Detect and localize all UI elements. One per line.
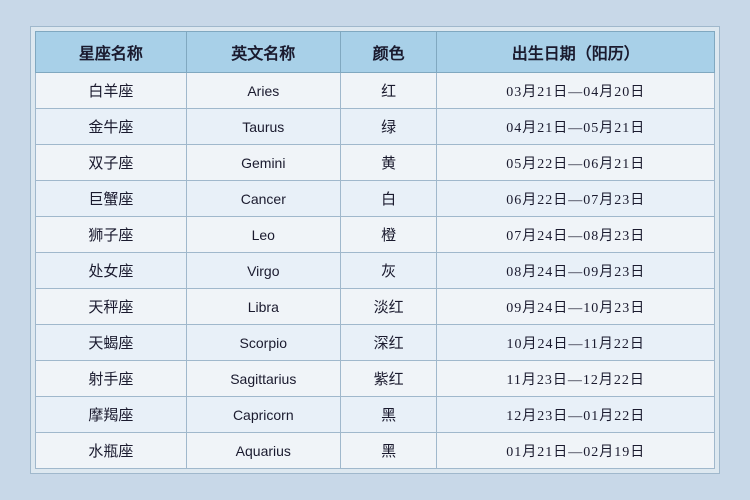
cell-english-name: Aquarius (186, 433, 340, 469)
table-row: 天蝎座Scorpio深红10月24日—11月22日 (36, 325, 715, 361)
cell-dates: 03月21日—04月20日 (437, 73, 715, 109)
cell-color: 灰 (340, 253, 436, 289)
cell-english-name: Virgo (186, 253, 340, 289)
table-row: 射手座Sagittarius紫红11月23日—12月22日 (36, 361, 715, 397)
cell-chinese-name: 天秤座 (36, 289, 187, 325)
cell-chinese-name: 天蝎座 (36, 325, 187, 361)
cell-chinese-name: 双子座 (36, 145, 187, 181)
header-english-name: 英文名称 (186, 32, 340, 73)
table-row: 双子座Gemini黄05月22日—06月21日 (36, 145, 715, 181)
table-row: 天秤座Libra淡红09月24日—10月23日 (36, 289, 715, 325)
table-row: 水瓶座Aquarius黑01月21日—02月19日 (36, 433, 715, 469)
cell-color: 黑 (340, 433, 436, 469)
cell-color: 红 (340, 73, 436, 109)
table-row: 金牛座Taurus绿04月21日—05月21日 (36, 109, 715, 145)
table-header-row: 星座名称 英文名称 颜色 出生日期（阳历） (36, 32, 715, 73)
cell-english-name: Scorpio (186, 325, 340, 361)
cell-dates: 04月21日—05月21日 (437, 109, 715, 145)
cell-dates: 08月24日—09月23日 (437, 253, 715, 289)
cell-dates: 12月23日—01月22日 (437, 397, 715, 433)
zodiac-table-container: 星座名称 英文名称 颜色 出生日期（阳历） 白羊座Aries红03月21日—04… (30, 26, 720, 474)
cell-color: 深红 (340, 325, 436, 361)
cell-chinese-name: 白羊座 (36, 73, 187, 109)
cell-english-name: Gemini (186, 145, 340, 181)
cell-color: 黄 (340, 145, 436, 181)
table-row: 摩羯座Capricorn黑12月23日—01月22日 (36, 397, 715, 433)
cell-chinese-name: 摩羯座 (36, 397, 187, 433)
cell-dates: 10月24日—11月22日 (437, 325, 715, 361)
cell-chinese-name: 射手座 (36, 361, 187, 397)
cell-dates: 09月24日—10月23日 (437, 289, 715, 325)
table-row: 白羊座Aries红03月21日—04月20日 (36, 73, 715, 109)
cell-color: 绿 (340, 109, 436, 145)
header-color: 颜色 (340, 32, 436, 73)
table-row: 狮子座Leo橙07月24日—08月23日 (36, 217, 715, 253)
table-row: 巨蟹座Cancer白06月22日—07月23日 (36, 181, 715, 217)
cell-color: 白 (340, 181, 436, 217)
cell-dates: 11月23日—12月22日 (437, 361, 715, 397)
cell-english-name: Leo (186, 217, 340, 253)
cell-chinese-name: 水瓶座 (36, 433, 187, 469)
cell-english-name: Sagittarius (186, 361, 340, 397)
table-row: 处女座Virgo灰08月24日—09月23日 (36, 253, 715, 289)
header-birthdate: 出生日期（阳历） (437, 32, 715, 73)
cell-color: 橙 (340, 217, 436, 253)
table-body: 白羊座Aries红03月21日—04月20日金牛座Taurus绿04月21日—0… (36, 73, 715, 469)
cell-color: 紫红 (340, 361, 436, 397)
header-chinese-name: 星座名称 (36, 32, 187, 73)
cell-dates: 01月21日—02月19日 (437, 433, 715, 469)
cell-english-name: Cancer (186, 181, 340, 217)
cell-dates: 06月22日—07月23日 (437, 181, 715, 217)
cell-chinese-name: 巨蟹座 (36, 181, 187, 217)
cell-chinese-name: 金牛座 (36, 109, 187, 145)
cell-chinese-name: 狮子座 (36, 217, 187, 253)
cell-dates: 07月24日—08月23日 (437, 217, 715, 253)
cell-chinese-name: 处女座 (36, 253, 187, 289)
cell-color: 黑 (340, 397, 436, 433)
cell-color: 淡红 (340, 289, 436, 325)
cell-english-name: Libra (186, 289, 340, 325)
cell-dates: 05月22日—06月21日 (437, 145, 715, 181)
cell-english-name: Aries (186, 73, 340, 109)
cell-english-name: Capricorn (186, 397, 340, 433)
zodiac-table: 星座名称 英文名称 颜色 出生日期（阳历） 白羊座Aries红03月21日—04… (35, 31, 715, 469)
cell-english-name: Taurus (186, 109, 340, 145)
